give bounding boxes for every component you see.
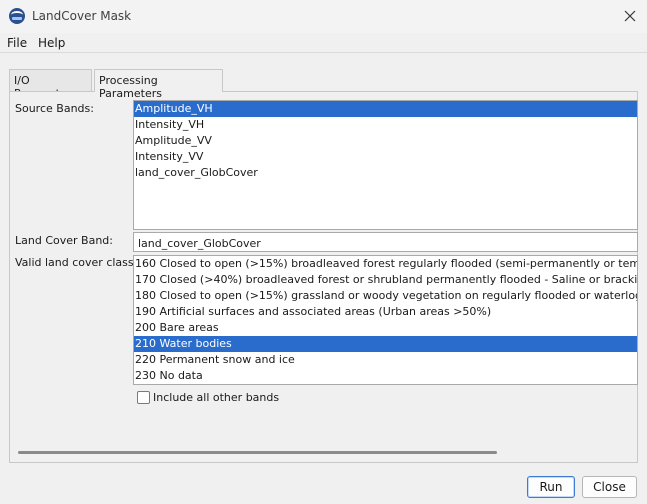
include-other-bands-checkbox[interactable] xyxy=(137,391,150,404)
list-item[interactable]: Amplitude_VH xyxy=(134,101,637,117)
valid-land-cover-classes-list[interactable]: 160 Closed to open (>15%) broadleaved fo… xyxy=(133,255,638,385)
land-cover-band-select[interactable]: land_cover_GlobCover xyxy=(133,232,638,252)
list-item[interactable]: land_cover_GlobCover xyxy=(134,165,637,181)
list-item[interactable]: Intensity_VH xyxy=(134,117,637,133)
list-item[interactable]: 190 Artificial surfaces and associated a… xyxy=(134,304,637,320)
app-logo-icon xyxy=(9,8,25,24)
window-title: LandCover Mask xyxy=(32,9,132,23)
source-bands-list[interactable]: Amplitude_VH Intensity_VH Amplitude_VV I… xyxy=(133,100,638,230)
run-button[interactable]: Run xyxy=(527,476,575,498)
tab-processing-parameters[interactable]: Processing Parameters xyxy=(94,69,223,100)
list-item[interactable]: 170 Closed (>40%) broadleaved forest or … xyxy=(134,272,637,288)
include-other-bands-label: Include all other bands xyxy=(153,391,280,404)
menu-bar: File Help xyxy=(0,33,647,53)
list-item[interactable]: 200 Bare areas xyxy=(134,320,637,336)
close-button[interactable]: Close xyxy=(582,476,637,498)
menu-help[interactable]: Help xyxy=(38,36,65,50)
processing-parameters-panel: Source Bands: Amplitude_VH Intensity_VH … xyxy=(9,91,638,463)
horizontal-scrollbar[interactable] xyxy=(18,451,497,454)
valid-classes-label: Valid land cover classes: xyxy=(15,256,150,269)
list-item[interactable]: Amplitude_VV xyxy=(134,133,637,149)
title-bar: LandCover Mask xyxy=(0,0,647,33)
source-bands-label: Source Bands: xyxy=(15,102,94,115)
menu-file[interactable]: File xyxy=(7,36,27,50)
list-item[interactable]: 230 No data xyxy=(134,368,637,384)
list-item[interactable]: 210 Water bodies xyxy=(134,336,637,352)
list-item[interactable]: Intensity_VV xyxy=(134,149,637,165)
close-icon[interactable] xyxy=(622,8,638,24)
land-cover-band-label: Land Cover Band: xyxy=(15,234,113,247)
list-item[interactable]: 160 Closed to open (>15%) broadleaved fo… xyxy=(134,256,637,272)
list-item[interactable]: 220 Permanent snow and ice xyxy=(134,352,637,368)
list-item[interactable]: 180 Closed to open (>15%) grassland or w… xyxy=(134,288,637,304)
tab-io-parameters[interactable]: I/O Parameters xyxy=(9,69,92,100)
